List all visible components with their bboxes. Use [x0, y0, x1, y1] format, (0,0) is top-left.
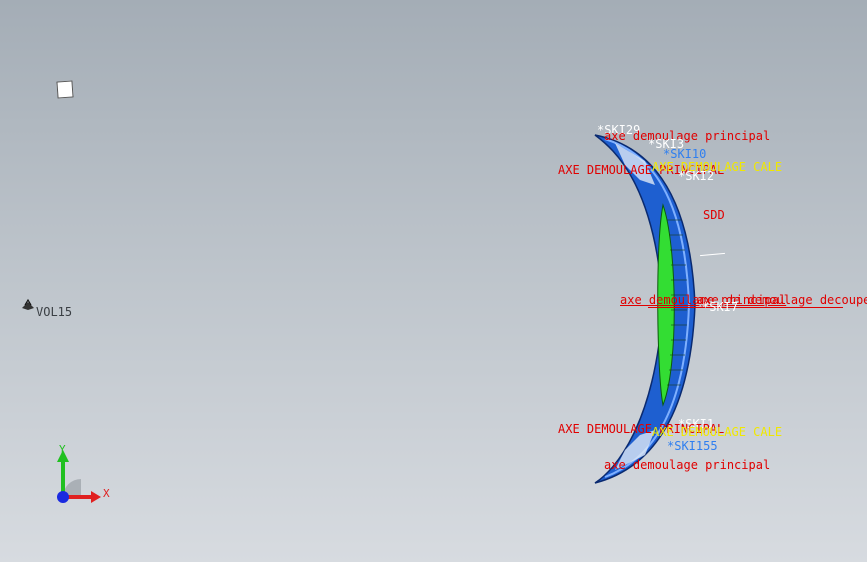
- vol15-label[interactable]: VOL15: [36, 305, 72, 319]
- sketch-label-ski7[interactable]: *SKI7: [702, 300, 738, 314]
- axis-label-principal-bottom[interactable]: axe demoulage principal: [604, 458, 770, 472]
- leader-line: [648, 307, 843, 308]
- sketch-label-ski2[interactable]: *SKI2: [678, 169, 714, 183]
- axis-label-principal-top[interactable]: axe demoulage principal: [604, 129, 770, 143]
- triad-x-label: X: [103, 487, 110, 500]
- x-axis-arrow-icon: [91, 491, 101, 503]
- sketch-point-marker[interactable]: [56, 80, 74, 99]
- sketch-label-ski155[interactable]: *SKI155: [667, 439, 718, 453]
- sketch-label-ski10[interactable]: *SKI10: [663, 147, 706, 161]
- volume-feature-icon[interactable]: [20, 298, 36, 312]
- axis-label-cale-top[interactable]: AXE DEMOULAGE CALE: [652, 160, 782, 174]
- z-axis-icon: [57, 491, 69, 503]
- graphics-viewport[interactable]: VOL15 *SKI29 axe demoulage principal *SK…: [0, 0, 867, 562]
- axis-label-cale-bottom[interactable]: AXE DEMOULAGE CALE: [652, 425, 782, 439]
- sdd-label[interactable]: SDD: [703, 208, 725, 222]
- triad-y-label: Y: [59, 443, 66, 456]
